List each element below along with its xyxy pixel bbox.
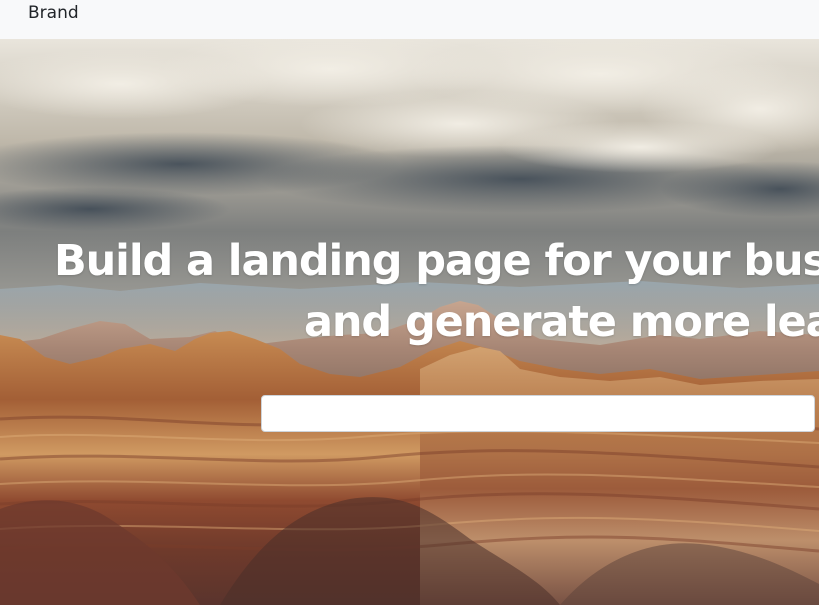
brand-link[interactable]: Brand bbox=[28, 2, 79, 24]
signup-input[interactable] bbox=[261, 395, 815, 432]
navbar: Brand bbox=[0, 0, 819, 39]
hero-section: Build a landing page for your busin and … bbox=[0, 39, 819, 605]
canyon-landscape-image bbox=[0, 39, 819, 605]
